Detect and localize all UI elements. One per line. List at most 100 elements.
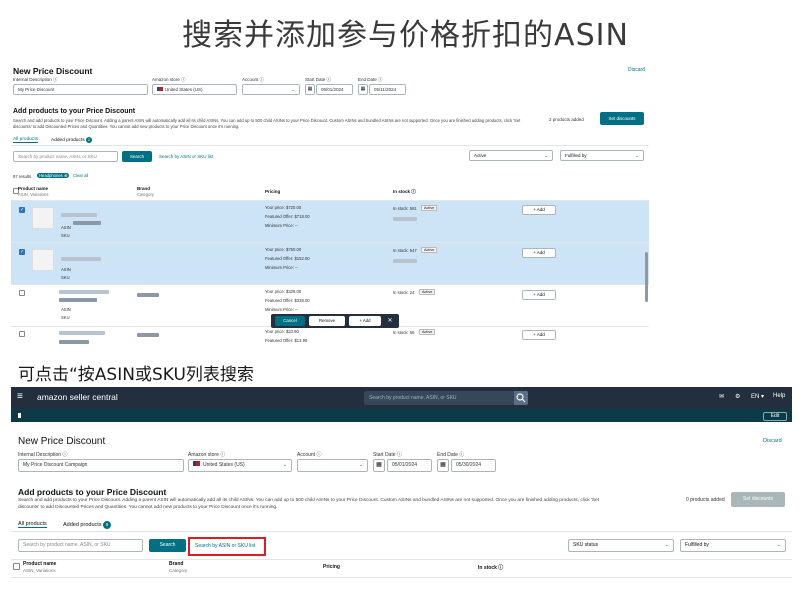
row-checkbox[interactable]: ✓ <box>19 207 25 213</box>
row-checkbox[interactable] <box>19 331 25 337</box>
account-select[interactable]: ⌄ <box>242 84 300 95</box>
internal-description-input[interactable]: My Price Discount <box>13 84 148 95</box>
calendar-icon[interactable]: ▦ <box>358 84 368 95</box>
sku-label: SKU <box>61 233 70 238</box>
row-checkbox[interactable]: ✓ <box>19 249 25 255</box>
column-subheader-category: Category <box>169 568 188 573</box>
internal-description-input[interactable]: My Price Discount Campaign <box>18 459 184 472</box>
amazon-seller-central-logo[interactable]: amazon seller central <box>37 392 118 402</box>
chevron-down-icon: ⌄ <box>664 542 669 548</box>
sku-label: SKU <box>61 275 70 280</box>
highlight-box <box>188 537 266 556</box>
remove-button[interactable]: Remove <box>309 316 345 326</box>
minimum-price: Minimum Price: -- <box>265 307 298 312</box>
add-button[interactable]: + Add <box>522 248 556 258</box>
row-checkbox[interactable] <box>19 290 25 296</box>
chevron-down-icon: ⌄ <box>358 462 363 468</box>
redacted-product-name <box>61 257 101 261</box>
redacted-stock-info <box>393 217 417 221</box>
redacted-stock-info <box>393 259 417 263</box>
start-date-label: Start Date ⓘ <box>373 452 402 458</box>
search-button[interactable]: Search <box>149 539 186 552</box>
tab-added-label: Added products <box>51 138 85 143</box>
gear-icon[interactable]: ⚙ <box>735 393 740 400</box>
fulfilled-by-select[interactable]: Fulfilled by ⌄ <box>560 150 644 161</box>
column-header-pricing: Pricing <box>265 189 281 194</box>
end-date-label: End Date ⓘ <box>358 77 383 82</box>
calendar-icon[interactable]: ▦ <box>373 459 385 472</box>
global-search-input[interactable]: Search by product name, ASIN, or SKU <box>364 391 514 405</box>
search-by-asin-sku-list-link[interactable]: Search by ASIN or SKU list <box>159 154 213 159</box>
tab-all-products[interactable]: All products <box>18 521 47 528</box>
hamburger-menu-icon[interactable]: ≡ <box>17 391 23 402</box>
column-header-in-stock: In stock ⓘ <box>393 189 416 194</box>
page-title: New Price Discount <box>13 66 93 76</box>
search-input[interactable]: Search by product name, ASIN, or SKU <box>13 151 118 162</box>
scrollbar[interactable] <box>645 252 648 302</box>
featured-offer: Featured Offer: $152.00 <box>265 256 310 261</box>
select-all-checkbox[interactable] <box>13 563 20 570</box>
calendar-icon[interactable]: ▦ <box>305 84 315 95</box>
start-date-input[interactable]: 05/01/2024 <box>316 84 353 95</box>
discard-link[interactable]: Discard <box>763 438 782 444</box>
your-price: Your price: $720.00 <box>265 205 302 210</box>
redacted-brand <box>137 333 159 337</box>
minimum-price: Minimum Price: -- <box>265 223 298 228</box>
price-discount-panel-2: ≡ amazon seller central Search by produc… <box>11 387 792 583</box>
your-price: Your price: $750.00 <box>265 247 302 252</box>
language-select[interactable]: EN ▾ <box>751 393 764 400</box>
filter-chip[interactable]: Headphones ⊗ <box>37 173 70 178</box>
bookmark-icon[interactable] <box>18 413 21 418</box>
search-input[interactable]: Search by product name, ASIN, or SKU <box>18 539 143 552</box>
section-description: Search and add products to your Price Di… <box>13 118 521 129</box>
status-select[interactable]: Active ⌄ <box>469 150 553 161</box>
search-icon[interactable] <box>514 391 528 405</box>
divider <box>11 577 792 578</box>
edit-button[interactable]: Edit <box>763 412 787 421</box>
discard-link[interactable]: Discard <box>628 67 645 73</box>
chevron-down-icon: ⌄ <box>282 462 287 468</box>
redacted-product-name <box>59 298 97 302</box>
product-thumbnail <box>32 207 54 229</box>
set-discounts-button[interactable]: Set discounts <box>600 112 644 125</box>
sku-status-select[interactable]: SKU status ⌄ <box>568 539 674 552</box>
bulk-add-button[interactable]: + Add <box>349 316 381 326</box>
add-button[interactable]: + Add <box>522 290 556 300</box>
add-button[interactable]: + Add <box>522 205 556 215</box>
table-row[interactable]: ✓ ASIN SKU Your price: $720.00 Featured … <box>11 200 649 242</box>
tab-all-products[interactable]: All products <box>13 137 39 143</box>
end-date-input[interactable]: 05/11/2024 <box>369 84 406 95</box>
amazon-store-select[interactable]: United States (US) ⌄ <box>188 459 292 472</box>
cancel-button[interactable]: Cancel <box>275 316 305 326</box>
fulfilled-by-select[interactable]: Fulfilled by ⌄ <box>680 539 786 552</box>
in-stock-count: In stock: 547 <box>393 248 417 253</box>
end-date-input[interactable]: 05/30/2024 <box>451 459 496 472</box>
us-flag-icon <box>193 461 200 466</box>
start-date-input[interactable]: 05/01/2024 <box>387 459 432 472</box>
help-link[interactable]: Help <box>773 393 785 399</box>
internal-description-label: Internal Description ⓘ <box>18 452 68 458</box>
sku-label: SKU <box>61 315 70 320</box>
us-flag-icon <box>157 87 163 91</box>
redacted-product-name <box>59 290 109 294</box>
add-button[interactable]: + Add <box>522 330 556 340</box>
table-row[interactable]: Your price: $23.90 Featured Offer: $13.9… <box>11 326 649 352</box>
bulk-action-bar: Cancel Remove + Add ✕ <box>271 314 399 328</box>
amazon-store-select[interactable]: United States (US) <box>152 84 237 95</box>
calendar-icon[interactable]: ▦ <box>437 459 449 472</box>
added-count-badge: 2 <box>85 137 92 143</box>
table-row[interactable]: ✓ ASIN SKU Your price: $750.00 Featured … <box>11 242 649 284</box>
tab-added-products[interactable]: Added products 2 <box>51 137 92 143</box>
account-select[interactable]: ⌄ <box>297 459 368 472</box>
tab-added-products[interactable]: Added products 0 <box>63 521 112 529</box>
search-button[interactable]: Search <box>122 151 152 162</box>
fulfilled-by-value: Fulfilled by <box>565 153 587 158</box>
fulfilled-by-value: Fulfilled by <box>685 542 709 548</box>
asin-label: ASIN <box>61 225 71 230</box>
close-icon[interactable]: ✕ <box>385 316 395 326</box>
your-price: Your price: $328.00 <box>265 289 302 294</box>
clear-all-link[interactable]: Clear all <box>73 173 88 178</box>
set-discounts-button[interactable]: Set discounts <box>731 492 785 507</box>
price-discount-panel-1: New Price Discount Discard Internal Desc… <box>11 62 649 352</box>
mail-icon[interactable]: ✉ <box>719 393 724 400</box>
